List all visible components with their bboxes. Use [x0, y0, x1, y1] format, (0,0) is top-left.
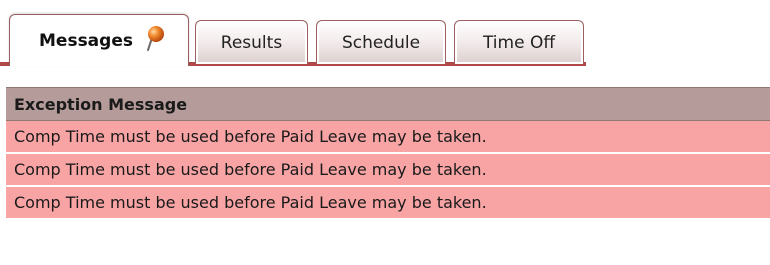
tab-schedule-label: Schedule	[341, 32, 421, 53]
row-message: Comp Time must be used before Paid Leave…	[14, 193, 487, 212]
tab-results-label: Results	[220, 32, 283, 53]
tab-messages[interactable]: Messages	[9, 14, 189, 66]
table-row[interactable]: Comp Time must be used before Paid Leave…	[6, 187, 770, 220]
tab-schedule[interactable]: Schedule	[316, 20, 446, 64]
tab-time-off-label: Time Off	[482, 32, 556, 53]
table-row[interactable]: Comp Time must be used before Paid Leave…	[6, 121, 770, 154]
table-row[interactable]: Comp Time must be used before Paid Leave…	[6, 154, 770, 187]
tab-bar: Messages Results Schedule Time Off	[0, 0, 586, 66]
table-header: Exception Message	[6, 87, 770, 121]
tab-results[interactable]: Results	[195, 20, 308, 64]
tab-time-off[interactable]: Time Off	[454, 20, 584, 64]
pin-alert-icon	[146, 25, 166, 51]
column-header-exception-message: Exception Message	[14, 94, 188, 114]
tab-messages-label: Messages	[39, 30, 133, 51]
exception-message-table: Exception Message Comp Time must be used…	[6, 87, 770, 220]
row-message: Comp Time must be used before Paid Leave…	[14, 127, 487, 146]
row-message: Comp Time must be used before Paid Leave…	[14, 160, 487, 179]
